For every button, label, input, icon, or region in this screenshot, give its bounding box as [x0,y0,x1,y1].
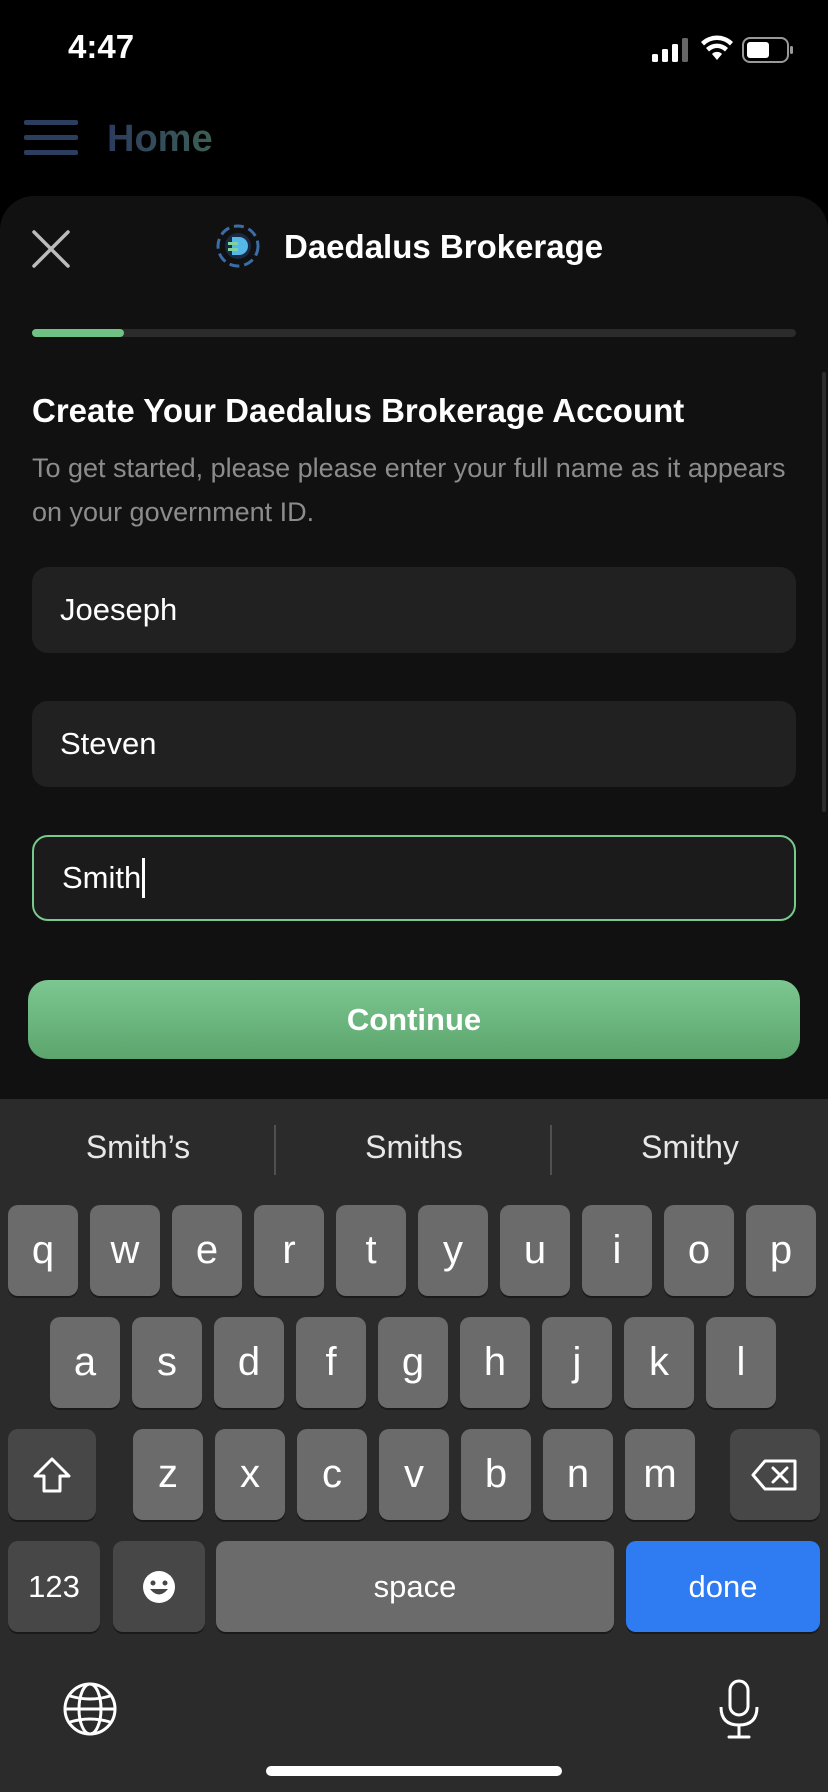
middle-name-field[interactable]: Steven [32,701,796,787]
shift-key[interactable] [8,1429,96,1520]
key-l[interactable]: l [706,1317,776,1408]
key-z[interactable]: z [133,1429,203,1520]
suggestion-3[interactable]: Smithy [552,1129,828,1166]
key-a[interactable]: a [50,1317,120,1408]
key-d[interactable]: d [214,1317,284,1408]
continue-button[interactable]: Continue [28,980,800,1059]
page-subtext: To get started, please please enter your… [32,453,786,527]
suggestion-1[interactable]: Smith’s [0,1129,276,1166]
background-page-title: Home [107,118,213,160]
shift-icon [33,1457,71,1492]
numbers-key[interactable]: 123 [8,1541,100,1632]
key-e[interactable]: e [172,1205,242,1296]
last-name-field[interactable]: Smith [32,835,796,921]
key-m[interactable]: m [625,1429,695,1520]
first-name-field[interactable]: Joeseph [32,567,796,653]
home-indicator [266,1766,562,1776]
status-bar: 4:47 [0,0,828,100]
page-heading: Create Your Daedalus Brokerage Account [32,392,685,429]
last-name-value: Smith [62,860,142,895]
key-y[interactable]: y [418,1205,488,1296]
globe-button[interactable] [62,1681,118,1737]
sheet-title: Daedalus Brokerage [284,228,604,265]
close-icon[interactable] [28,226,74,272]
delete-key[interactable] [730,1429,820,1520]
suggestion-2[interactable]: Smiths [276,1129,552,1166]
key-j[interactable]: j [542,1317,612,1408]
key-x[interactable]: x [215,1429,285,1520]
key-c[interactable]: c [297,1429,367,1520]
emoji-icon [143,1570,175,1603]
key-w[interactable]: w [90,1205,160,1296]
key-q[interactable]: q [8,1205,78,1296]
space-key[interactable]: space [216,1541,614,1632]
menu-icon[interactable] [24,120,78,158]
progress-bar [32,329,796,337]
key-k[interactable]: k [624,1317,694,1408]
microphone-icon [719,1679,759,1739]
progress-bar-fill [32,329,124,337]
scroll-indicator [822,372,826,812]
keyboard-suggestions: Smith’s Smiths Smithy [0,1099,828,1203]
key-u[interactable]: u [500,1205,570,1296]
first-name-value: Joeseph [60,592,178,627]
key-g[interactable]: g [378,1317,448,1408]
key-b[interactable]: b [461,1429,531,1520]
delete-icon [751,1459,797,1490]
keyboard: Smith’s Smiths Smithy qwertyuiop asdfghjk… [0,1099,828,1792]
key-t[interactable]: t [336,1205,406,1296]
done-key[interactable]: done [626,1541,820,1632]
status-time: 4:47 [68,28,135,65]
daedalus-logo-icon [216,224,260,268]
key-h[interactable]: h [460,1317,530,1408]
key-f[interactable]: f [296,1317,366,1408]
key-p[interactable]: p [746,1205,816,1296]
text-cursor [142,858,146,898]
battery-icon [742,37,793,63]
key-n[interactable]: n [543,1429,613,1520]
key-i[interactable]: i [582,1205,652,1296]
middle-name-value: Steven [60,726,157,761]
key-r[interactable]: r [254,1205,324,1296]
key-s[interactable]: s [132,1317,202,1408]
microphone-button[interactable] [716,1679,762,1741]
globe-icon [63,1682,117,1736]
key-v[interactable]: v [379,1429,449,1520]
wifi-icon [701,35,733,60]
cellular-signal-icon [652,38,688,62]
emoji-key[interactable] [113,1541,205,1632]
key-o[interactable]: o [664,1205,734,1296]
